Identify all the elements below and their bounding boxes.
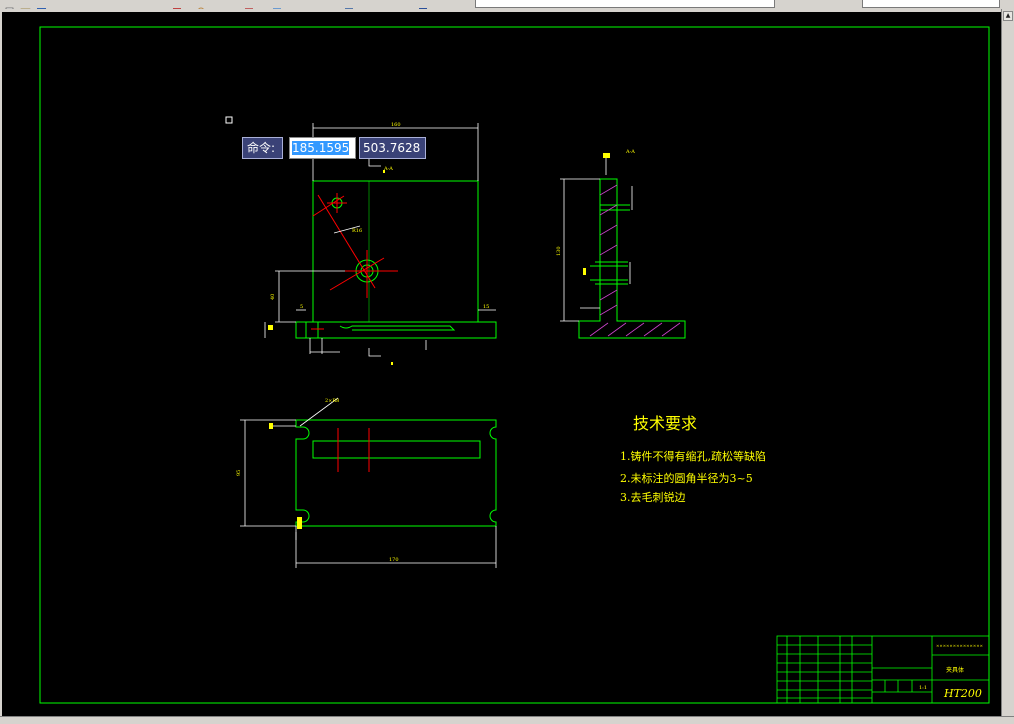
vertical-scrollbar[interactable]: ▲ bbox=[1001, 9, 1014, 716]
plan-centerlines bbox=[337, 428, 370, 472]
svg-text:R16: R16 bbox=[352, 228, 362, 234]
svg-text:130: 130 bbox=[556, 246, 562, 256]
drawing-svg: 160 40 15 5 R16 A-A 130 A-A 95 170 2×R8 … bbox=[39, 26, 990, 704]
tech-title: 技术要求 bbox=[633, 414, 697, 433]
svg-text:××××××××××××××: ×××××××××××××× bbox=[936, 643, 983, 648]
x-coordinate-input[interactable]: 185.1595 bbox=[289, 137, 356, 159]
side-hatch bbox=[589, 184, 681, 337]
svg-text:15: 15 bbox=[483, 304, 489, 310]
svg-text:1:1: 1:1 bbox=[919, 685, 927, 691]
pickbox-cursor bbox=[225, 116, 233, 124]
svg-text:95: 95 bbox=[236, 470, 242, 476]
material-text: HT200 bbox=[943, 687, 982, 700]
tech-note-1: 1.铸件不得有缩孔,疏松等缺陷 bbox=[620, 449, 766, 463]
dim-text-width: 160 bbox=[391, 122, 401, 128]
svg-text:170: 170 bbox=[389, 557, 399, 563]
tech-note-3: 3.去毛刺锐边 bbox=[620, 490, 686, 504]
y-coordinate-input[interactable]: 503.7628 bbox=[359, 137, 426, 159]
command-prompt-label: 命令: bbox=[242, 137, 283, 159]
front-centerlines bbox=[311, 193, 398, 330]
tech-requirements: 技术要求 1.铸件不得有缩孔,疏松等缺陷 2.未标注的圆角半径为3~5 3.去毛… bbox=[620, 414, 766, 504]
plan-dimensions bbox=[240, 397, 497, 568]
sheet-border bbox=[39, 26, 990, 704]
svg-text:2×R8: 2×R8 bbox=[325, 398, 339, 404]
tech-note-2: 2.未标注的圆角半径为3~5 bbox=[620, 471, 753, 485]
scroll-up-icon[interactable]: ▲ bbox=[1003, 11, 1013, 21]
svg-text:A-A: A-A bbox=[625, 149, 635, 155]
front-view bbox=[295, 180, 497, 339]
plan-view bbox=[295, 419, 497, 527]
drawing-name: 夹具体 bbox=[946, 666, 964, 674]
svg-text:5: 5 bbox=[300, 304, 303, 310]
title-block-texts: ×××××××××××××× 夹具体 1:1 HT200 bbox=[919, 643, 983, 700]
side-dim-texts: 130 A-A bbox=[556, 149, 635, 275]
side-dimensions bbox=[560, 158, 633, 322]
plan-dim-texts: 95 170 2×R8 bbox=[236, 398, 399, 563]
x-coordinate-value: 185.1595 bbox=[292, 141, 350, 155]
svg-text:40: 40 bbox=[270, 294, 276, 300]
